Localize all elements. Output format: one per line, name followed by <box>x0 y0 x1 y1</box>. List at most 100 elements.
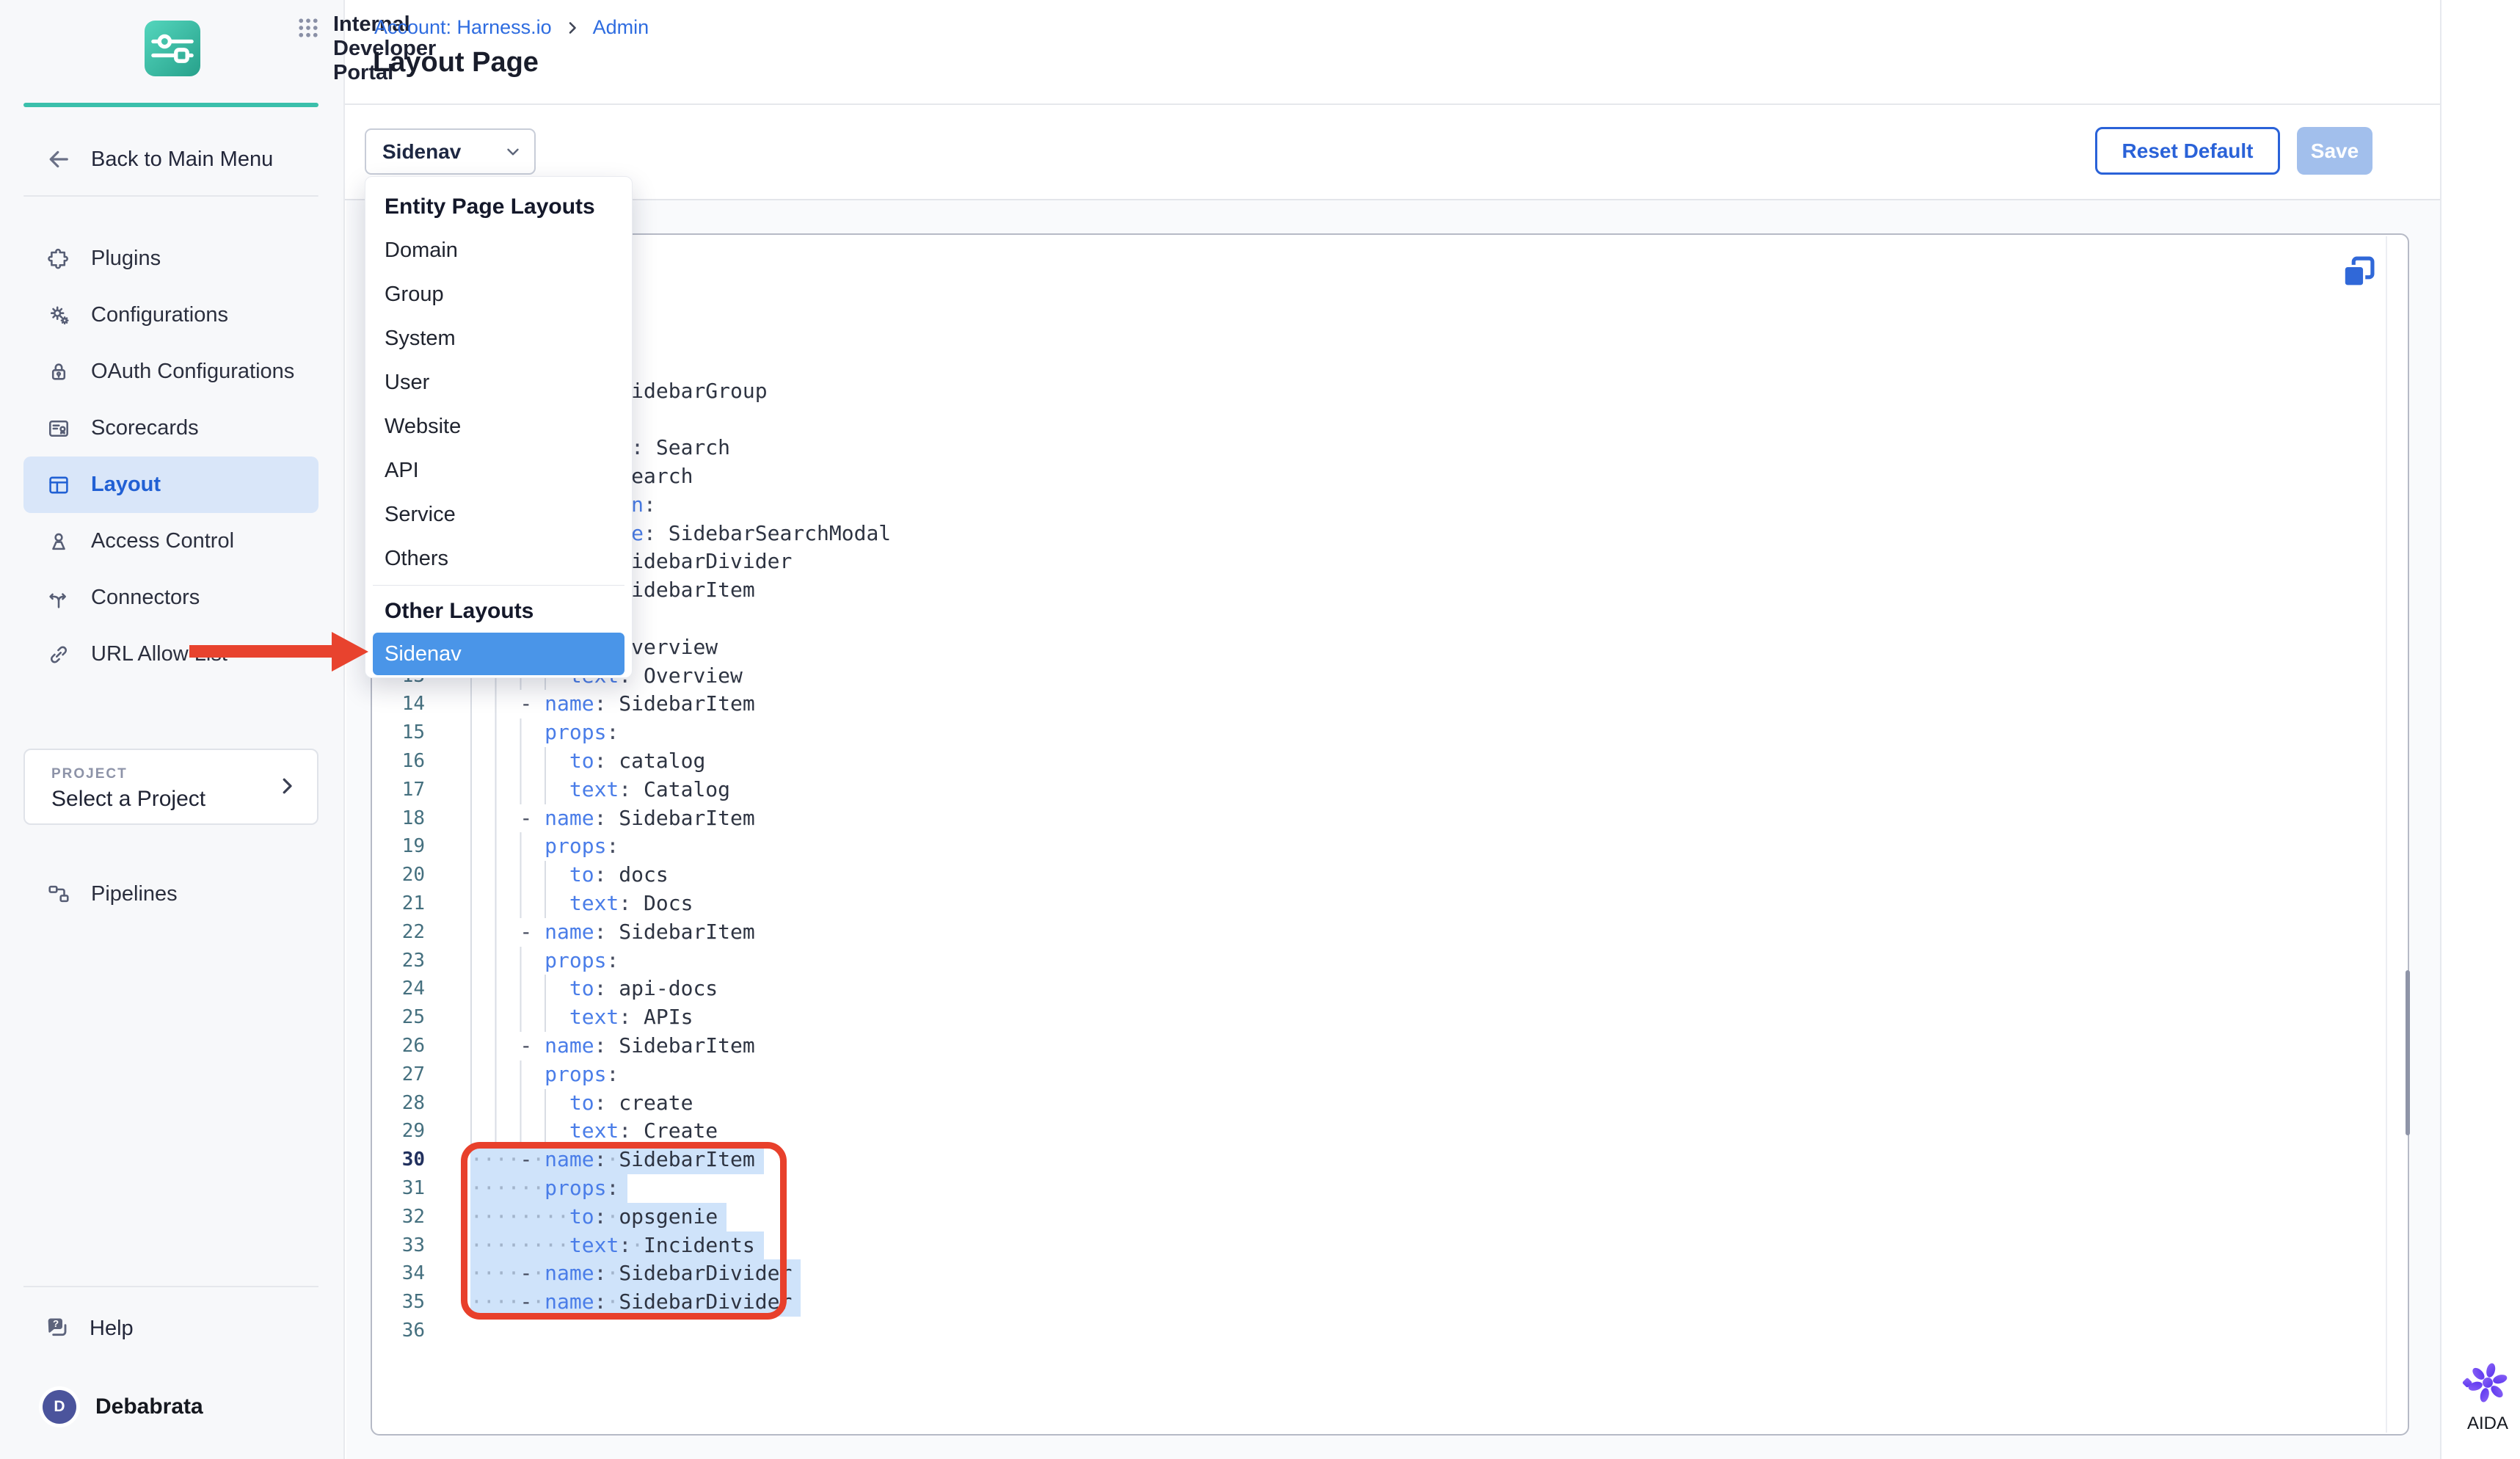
code-line-content: to: api-docs <box>470 975 718 1003</box>
dropdown-item-domain[interactable]: Domain <box>365 228 632 272</box>
dropdown-item-service[interactable]: Service <box>365 492 632 536</box>
chevron-right-icon <box>276 775 298 797</box>
sidebar-item-oauth-configurations[interactable]: OAuth Configurations <box>23 343 318 400</box>
code-line-content: text: Docs <box>470 889 693 918</box>
scorecards-icon <box>45 415 72 442</box>
sidebar-item-configurations[interactable]: Configurations <box>23 287 318 343</box>
line-number: 31 <box>372 1174 425 1203</box>
whitespace-dot: · <box>557 1233 569 1257</box>
scrollbar-track <box>2386 236 2387 1433</box>
dropdown-item-sidenav[interactable]: Sidenav <box>373 633 624 675</box>
whitespace-dot: · <box>508 1147 520 1171</box>
code-line-content: props: <box>470 718 619 747</box>
avatar: D <box>43 1390 76 1424</box>
code-line: 2children: <box>372 349 2383 377</box>
line-number: 15 <box>372 718 425 747</box>
scrollbar-thumb[interactable] <box>2406 970 2410 1135</box>
save-button[interactable]: Save <box>2297 127 2372 175</box>
code-line: 3- name: SidebarGroup <box>372 377 2383 406</box>
code-line-content: - name: SidebarItem <box>470 918 755 947</box>
code-line-content: ····-·name:·SidebarItem <box>470 1146 764 1174</box>
code-line-content: ········text:·Incidents <box>470 1231 764 1260</box>
whitespace-dot: · <box>532 1289 545 1314</box>
code-line: 14- name: SidebarItem <box>372 690 2383 718</box>
line-number: 32 <box>372 1203 425 1231</box>
whitespace-dot: · <box>508 1204 520 1229</box>
breadcrumb: Account: Harness.io Admin <box>374 16 649 39</box>
code-line: 36 <box>372 1317 2383 1345</box>
breadcrumb-admin-link[interactable]: Admin <box>593 16 649 39</box>
sidebar-item-label: OAuth Configurations <box>91 360 294 384</box>
whitespace-dot: · <box>532 1204 545 1229</box>
indent-guide <box>470 776 569 804</box>
line-number: 27 <box>372 1060 425 1089</box>
dropdown-item-system[interactable]: System <box>365 316 632 360</box>
whitespace-dot: · <box>545 1233 557 1257</box>
indent-guide <box>470 918 520 947</box>
code-line: 11props: <box>372 605 2383 633</box>
project-value: Select a Project <box>51 787 205 812</box>
code-line: 24to: api-docs <box>372 975 2383 1003</box>
code-area[interactable]: 1page:2children:3- name: SidebarGroup4pr… <box>372 320 2383 1345</box>
whitespace-dot: · <box>470 1289 483 1314</box>
whitespace-dot: · <box>532 1147 545 1171</box>
layout-select-value: Sidenav <box>382 140 461 164</box>
aida-button[interactable]: AIDA <box>2460 1355 2516 1434</box>
whitespace-dot: · <box>495 1176 508 1200</box>
layout-page: Internal Developer Portal Back to Main M… <box>0 0 2520 1459</box>
app-switcher-grid-icon[interactable] <box>295 15 321 41</box>
annotation-arrow <box>189 645 333 658</box>
dropdown-item-group[interactable]: Group <box>365 272 632 316</box>
whitespace-dot: · <box>606 1204 619 1229</box>
dropdown-section-title: Entity Page Layouts <box>365 186 632 228</box>
reset-default-button[interactable]: Reset Default <box>2095 127 2280 175</box>
svg-text:?: ? <box>53 1318 59 1329</box>
back-to-main-menu[interactable]: Back to Main Menu <box>23 137 318 182</box>
dropdown-item-website[interactable]: Website <box>365 404 632 448</box>
whitespace-dot: · <box>606 1261 619 1285</box>
code-line-content: ······props: <box>470 1174 627 1203</box>
code-line: 13text: Overview <box>372 662 2383 691</box>
project-selector[interactable]: PROJECT Select a Project <box>23 749 318 825</box>
indent-guide <box>470 975 569 1003</box>
whitespace-dot: · <box>495 1233 508 1257</box>
aida-label: AIDA <box>2460 1413 2516 1434</box>
whitespace-dot: · <box>520 1233 532 1257</box>
sidebar-item-layout[interactable]: Layout <box>23 456 318 513</box>
dropdown-item-api[interactable]: API <box>365 448 632 492</box>
indent-guide <box>470 804 520 833</box>
whitespace-dot: · <box>557 1204 569 1229</box>
sidebar-item-access-control[interactable]: Access Control <box>23 513 318 570</box>
copy-icon[interactable] <box>2339 252 2378 292</box>
help-button[interactable]: ? Help <box>23 1305 318 1352</box>
indent-guide <box>470 832 545 861</box>
whitespace-dot: · <box>631 1233 644 1257</box>
line-number: 20 <box>372 861 425 889</box>
whitespace-dot: · <box>532 1176 545 1200</box>
code-line: 35····-·name:·SidebarDivider <box>372 1288 2383 1317</box>
dropdown-item-user[interactable]: User <box>365 360 632 404</box>
layout-select[interactable]: Sidenav <box>365 128 536 175</box>
sidebar-item-scorecards[interactable]: Scorecards <box>23 400 318 456</box>
sidebar-item-label: Scorecards <box>91 416 199 440</box>
code-line-content: to: docs <box>470 861 669 889</box>
brand-divider <box>23 103 318 107</box>
sidebar-item-pipelines[interactable]: Pipelines <box>23 867 318 920</box>
whitespace-dot: · <box>495 1289 508 1314</box>
access-control-icon <box>45 528 72 555</box>
user-menu[interactable]: D Debabrata <box>23 1383 318 1431</box>
indent-guide <box>470 1032 520 1060</box>
code-line-content: text: APIs <box>470 1003 693 1032</box>
whitespace-dot: · <box>495 1147 508 1171</box>
code-line-content: ········to:·opsgenie <box>470 1203 726 1231</box>
code-line-content: ····-·name:·SidebarDivider <box>470 1288 801 1317</box>
dropdown-item-others[interactable]: Others <box>365 536 632 581</box>
sidebar-item-label: Configurations <box>91 303 228 327</box>
sidebar-item-connectors[interactable]: Connectors <box>23 570 318 626</box>
indent-guide <box>470 747 569 776</box>
sidebar-item-plugins[interactable]: Plugins <box>23 230 318 287</box>
breadcrumb-chevron-icon <box>564 19 581 37</box>
code-line: 16to: catalog <box>372 747 2383 776</box>
yaml-editor[interactable]: 1page:2children:3- name: SidebarGroup4pr… <box>371 233 2409 1436</box>
breadcrumb-account-link[interactable]: Account: Harness.io <box>374 16 552 39</box>
